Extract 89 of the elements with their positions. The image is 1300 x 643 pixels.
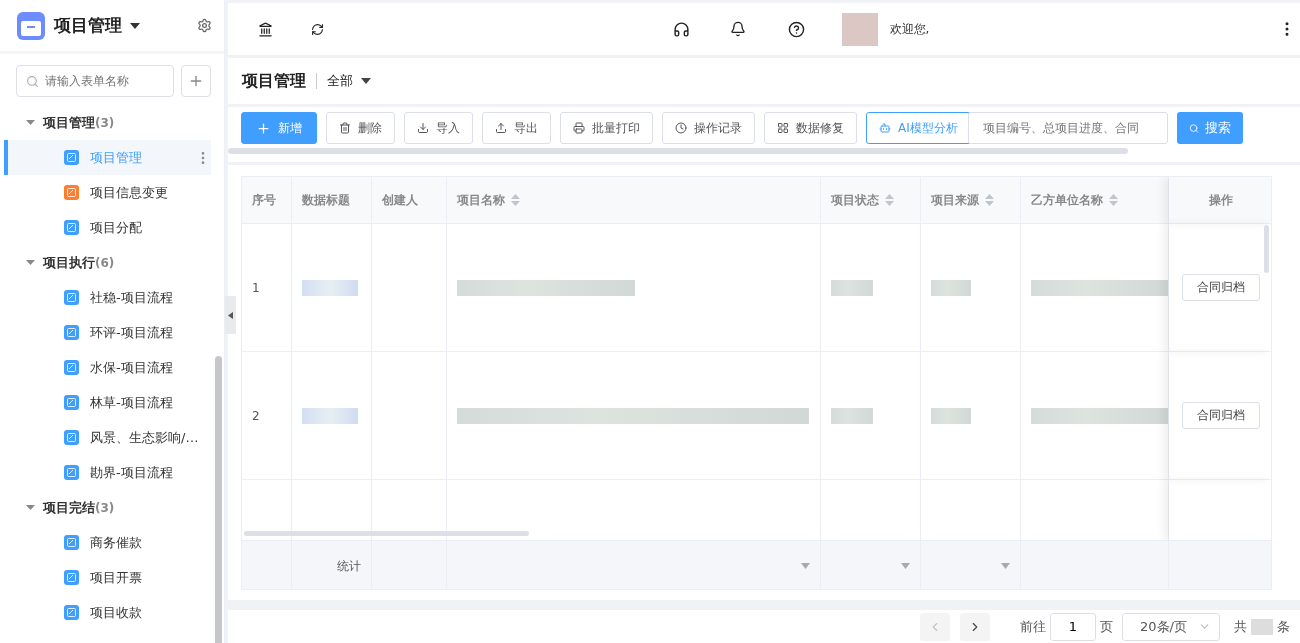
bank-icon[interactable] xyxy=(258,21,273,37)
archive-contract-button[interactable]: 合同归档 xyxy=(1181,402,1260,429)
table-cell: 2 xyxy=(242,352,292,480)
group-count: (6) xyxy=(95,255,115,270)
trash-icon xyxy=(339,122,351,134)
redacted-text xyxy=(931,407,971,424)
robot-icon xyxy=(879,122,891,134)
toolbar-button[interactable]: 数据修复 xyxy=(764,112,857,144)
group-title[interactable]: 项目执行 xyxy=(43,253,95,272)
clock-icon xyxy=(675,122,687,134)
group-count: (3) xyxy=(95,115,115,130)
group-title[interactable]: 项目管理 xyxy=(43,113,95,132)
redacted-text xyxy=(831,279,873,296)
column-header: 序号 xyxy=(242,177,292,224)
search-icon xyxy=(1188,121,1199,135)
sidebar-item[interactable]: 项目分配 xyxy=(4,210,211,245)
grid-icon xyxy=(777,122,789,134)
expanded-caret-icon[interactable] xyxy=(26,503,35,512)
redacted-text xyxy=(831,407,873,424)
add-button[interactable] xyxy=(181,65,211,97)
redacted-text xyxy=(302,279,358,296)
total-label: 条 xyxy=(1277,617,1290,636)
sort-icon[interactable] xyxy=(511,194,520,206)
toolbar-button[interactable]: 删除 xyxy=(326,112,395,144)
group-count: (3) xyxy=(95,500,115,515)
scrollbar-thumb[interactable] xyxy=(228,148,1128,154)
collapse-handle[interactable] xyxy=(225,296,236,334)
app-logo-icon xyxy=(16,10,46,41)
dropdown-caret-icon[interactable] xyxy=(801,563,810,569)
page-title: 项目管理 xyxy=(242,70,306,92)
sidebar-item[interactable]: 林草-项目流程 xyxy=(4,385,211,420)
dropdown-caret-icon[interactable] xyxy=(1001,563,1010,569)
page-size-select[interactable]: 20条/页 xyxy=(1122,612,1220,641)
sort-icon[interactable] xyxy=(985,194,994,206)
help-icon[interactable] xyxy=(787,20,805,38)
caret-icon[interactable] xyxy=(130,22,140,29)
headset-icon[interactable] xyxy=(672,20,690,38)
search-field[interactable]: 项目编号、总项目进度、合同 xyxy=(967,112,1168,144)
toolbar-button[interactable]: 导入 xyxy=(404,112,473,144)
caret-icon xyxy=(361,78,371,84)
column-header: 创建人 xyxy=(372,177,447,224)
bell-icon[interactable] xyxy=(729,21,746,37)
download-icon xyxy=(417,122,429,134)
total-label: 共 xyxy=(1234,617,1247,636)
table-cell: 1 xyxy=(242,224,292,352)
upload-icon xyxy=(495,122,507,134)
scrollbar-thumb[interactable] xyxy=(244,531,529,536)
search-icon xyxy=(26,75,39,88)
redacted-text xyxy=(1251,618,1273,635)
sidebar-item[interactable]: 社稳-项目流程 xyxy=(4,280,211,315)
plus-icon xyxy=(256,120,271,136)
welcome-text: 欢迎您, xyxy=(889,20,930,38)
page-label: 页 xyxy=(1100,617,1113,636)
sidebar-item[interactable]: 商务催款 xyxy=(4,525,211,560)
sidebar-item[interactable]: 勘界-项目流程 xyxy=(4,455,211,490)
sidebar-item[interactable]: 水保-项目流程 xyxy=(4,350,211,385)
app-title[interactable]: 项目管理 xyxy=(54,14,122,37)
group-title[interactable]: 项目完结 xyxy=(43,498,95,517)
summary-label: 统计 xyxy=(292,540,372,589)
sidebar-item[interactable]: 风景、生态影响/… xyxy=(4,420,211,455)
goto-label: 前往 xyxy=(1020,617,1046,636)
sort-icon[interactable] xyxy=(1109,194,1118,206)
printer-icon xyxy=(573,122,585,134)
search-field[interactable]: 请输入表单名称 xyxy=(16,65,174,97)
toolbar-button[interactable]: 批量打印 xyxy=(560,112,653,144)
filter-dropdown[interactable]: 全部 xyxy=(327,72,371,90)
redacted-text xyxy=(302,407,358,424)
page-input[interactable]: 1 xyxy=(1050,612,1096,641)
next-page-button[interactable] xyxy=(960,612,990,641)
dropdown-caret-icon[interactable] xyxy=(901,563,910,569)
sidebar-item[interactable]: 项目信息变更 xyxy=(4,175,211,210)
toolbar-button[interactable]: 操作记录 xyxy=(662,112,755,144)
plus-icon xyxy=(188,73,204,89)
column-header: 数据标题 xyxy=(292,177,372,224)
expanded-caret-icon[interactable] xyxy=(26,118,35,127)
refresh-icon[interactable] xyxy=(311,22,324,36)
archive-contract-button[interactable]: 合同归档 xyxy=(1181,274,1260,301)
sidebar-item[interactable]: 项目收款 xyxy=(4,595,211,630)
settings-icon[interactable] xyxy=(197,18,212,33)
sort-icon[interactable] xyxy=(885,194,894,206)
sidebar-item[interactable]: 项目开票 xyxy=(4,560,211,595)
redacted-text xyxy=(931,279,971,296)
toolbar-button[interactable]: 导出 xyxy=(482,112,551,144)
scrollbar-thumb[interactable] xyxy=(215,356,222,643)
column-header: 操作 xyxy=(1169,177,1271,224)
avatar[interactable] xyxy=(841,12,878,46)
scrollbar-thumb[interactable] xyxy=(1264,225,1269,273)
expanded-caret-icon[interactable] xyxy=(26,258,35,267)
sidebar-item[interactable]: 环评-项目流程 xyxy=(4,315,211,350)
